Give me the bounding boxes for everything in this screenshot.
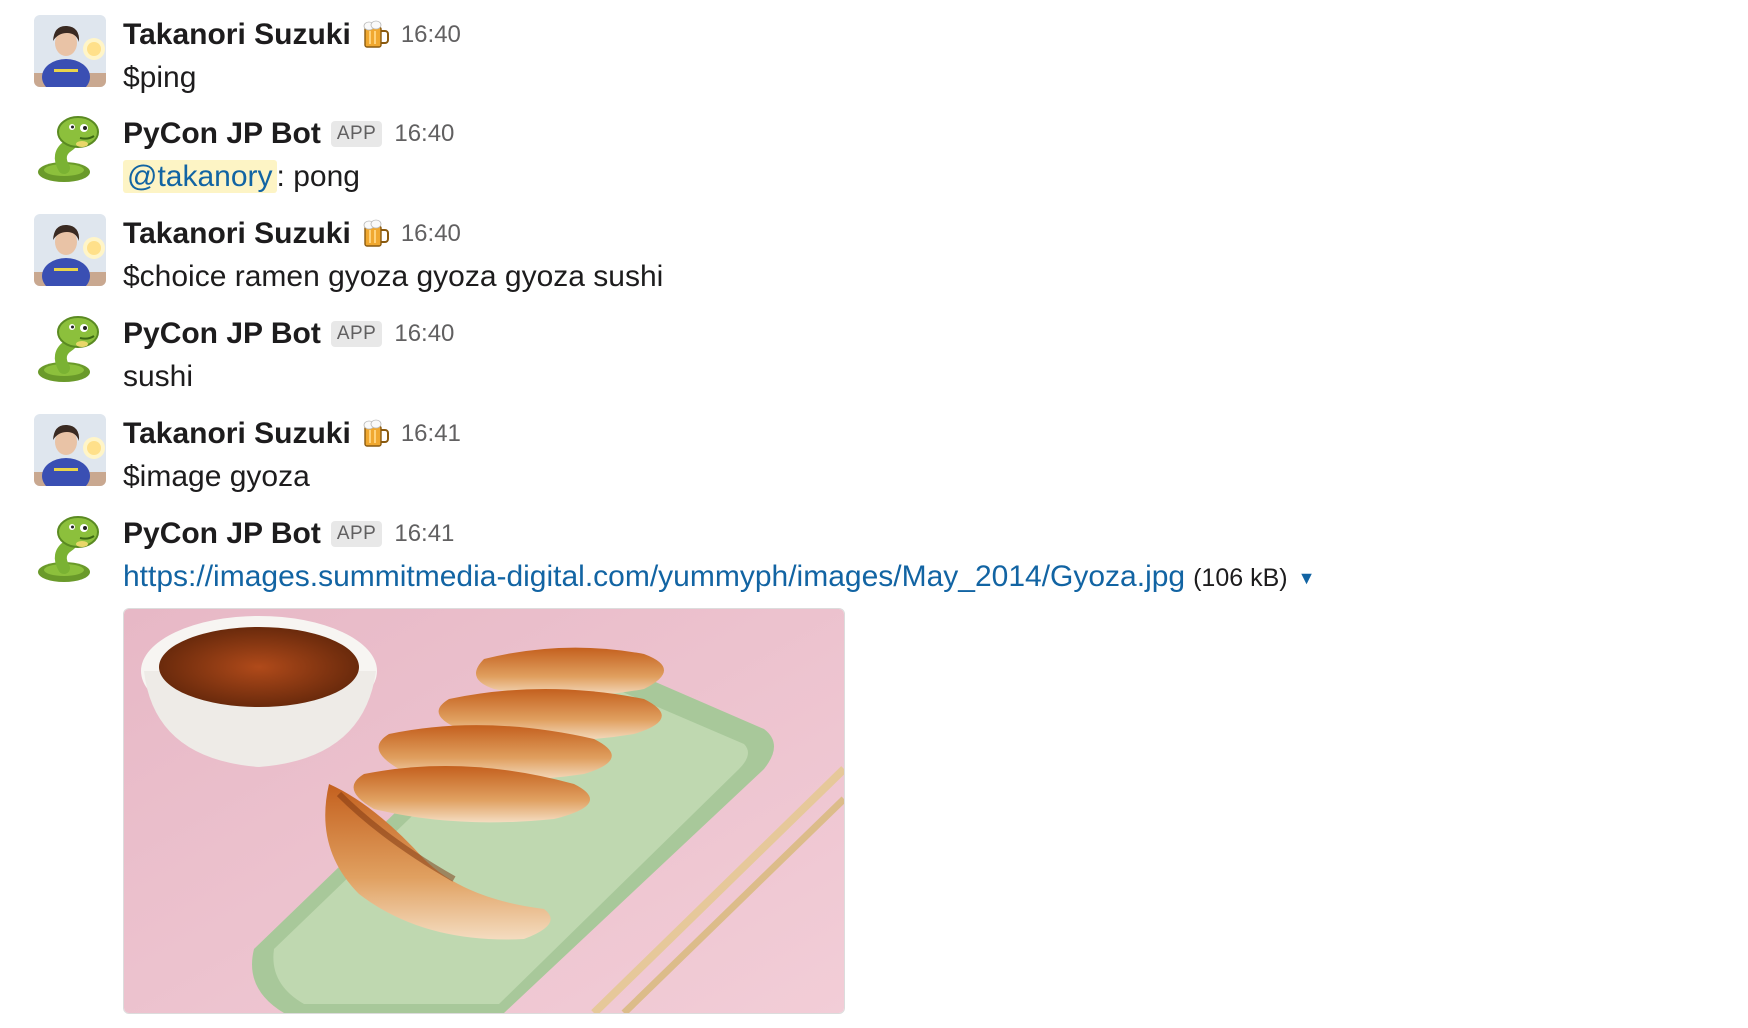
bot-avatar[interactable] [34, 514, 106, 586]
message-text: https://images.summitmedia-digital.com/y… [123, 556, 1315, 599]
gyoza-photo [124, 609, 844, 1013]
file-size: (106 kB) [1193, 564, 1288, 592]
message-header: PyCon JP Bot APP 16:41 [123, 514, 454, 554]
caret-down-icon[interactable]: ▼ [1298, 568, 1316, 588]
app-badge: APP [330, 521, 383, 547]
image-link[interactable]: https://images.summitmedia-digital.com/y… [123, 560, 1185, 593]
sender-name[interactable]: PyCon JP Bot [123, 517, 321, 551]
message-row: PyCon JP Bot APP 16:41 https://images.su… [0, 0, 1748, 1028]
timestamp[interactable]: 16:41 [394, 520, 454, 548]
image-preview[interactable] [123, 608, 845, 1014]
